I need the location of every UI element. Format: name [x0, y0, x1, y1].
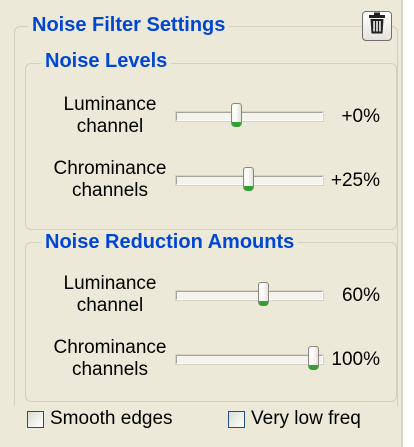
reduction-luminance-value: 60%	[341, 285, 380, 306]
trash-icon	[368, 12, 386, 40]
very-low-freq-label: Very low freq	[251, 408, 361, 429]
levels-chrominance-row: Chrominance channels +25%	[26, 158, 396, 218]
reduction-luminance-row: Luminance channel 60%	[26, 273, 396, 333]
very-low-freq-checkbox[interactable]: Very low freq	[228, 408, 361, 430]
very-low-freq-box[interactable]	[228, 410, 245, 428]
reduction-chrominance-value: 100%	[331, 349, 380, 370]
reduction-chrominance-label: Chrominance channels	[53, 337, 167, 380]
smooth-edges-box[interactable]	[27, 410, 44, 428]
options-row: Smooth edges Very low freq	[0, 408, 401, 436]
levels-luminance-value: +0%	[341, 106, 380, 127]
levels-luminance-slider[interactable]	[176, 103, 323, 127]
reduction-chrominance-row: Chrominance channels 100%	[26, 337, 396, 397]
levels-chrominance-slider[interactable]	[176, 167, 323, 191]
reduction-chrominance-slider[interactable]	[176, 346, 323, 370]
smooth-edges-checkbox[interactable]: Smooth edges	[27, 408, 173, 430]
levels-chrominance-slider-thumb[interactable]	[243, 167, 255, 191]
reduction-luminance-slider[interactable]	[176, 282, 323, 306]
noise-filter-panel: Noise Filter Settings Luminance channel …	[0, 0, 403, 447]
levels-luminance-label: Luminance channel	[63, 94, 157, 137]
levels-luminance-slider-thumb[interactable]	[231, 103, 243, 127]
levels-chrominance-label: Chrominance channels	[53, 158, 167, 201]
noise-levels-title: Noise Levels	[41, 49, 172, 73]
reduction-luminance-slider-thumb[interactable]	[257, 282, 269, 306]
smooth-edges-label: Smooth edges	[50, 408, 173, 429]
noise-reduction-group: Luminance channel 60% Chrominance channe…	[25, 242, 397, 402]
noise-reduction-title: Noise Reduction Amounts	[41, 230, 299, 254]
trash-button[interactable]	[362, 11, 392, 41]
noise-filter-settings-title: Noise Filter Settings	[28, 13, 230, 37]
noise-levels-group: Luminance channel +0% Chrominance channe…	[25, 63, 397, 230]
levels-luminance-row: Luminance channel +0%	[26, 94, 396, 154]
reduction-luminance-label: Luminance channel	[63, 273, 157, 316]
levels-chrominance-value: +25%	[330, 170, 380, 191]
reduction-chrominance-slider-thumb[interactable]	[308, 346, 320, 370]
